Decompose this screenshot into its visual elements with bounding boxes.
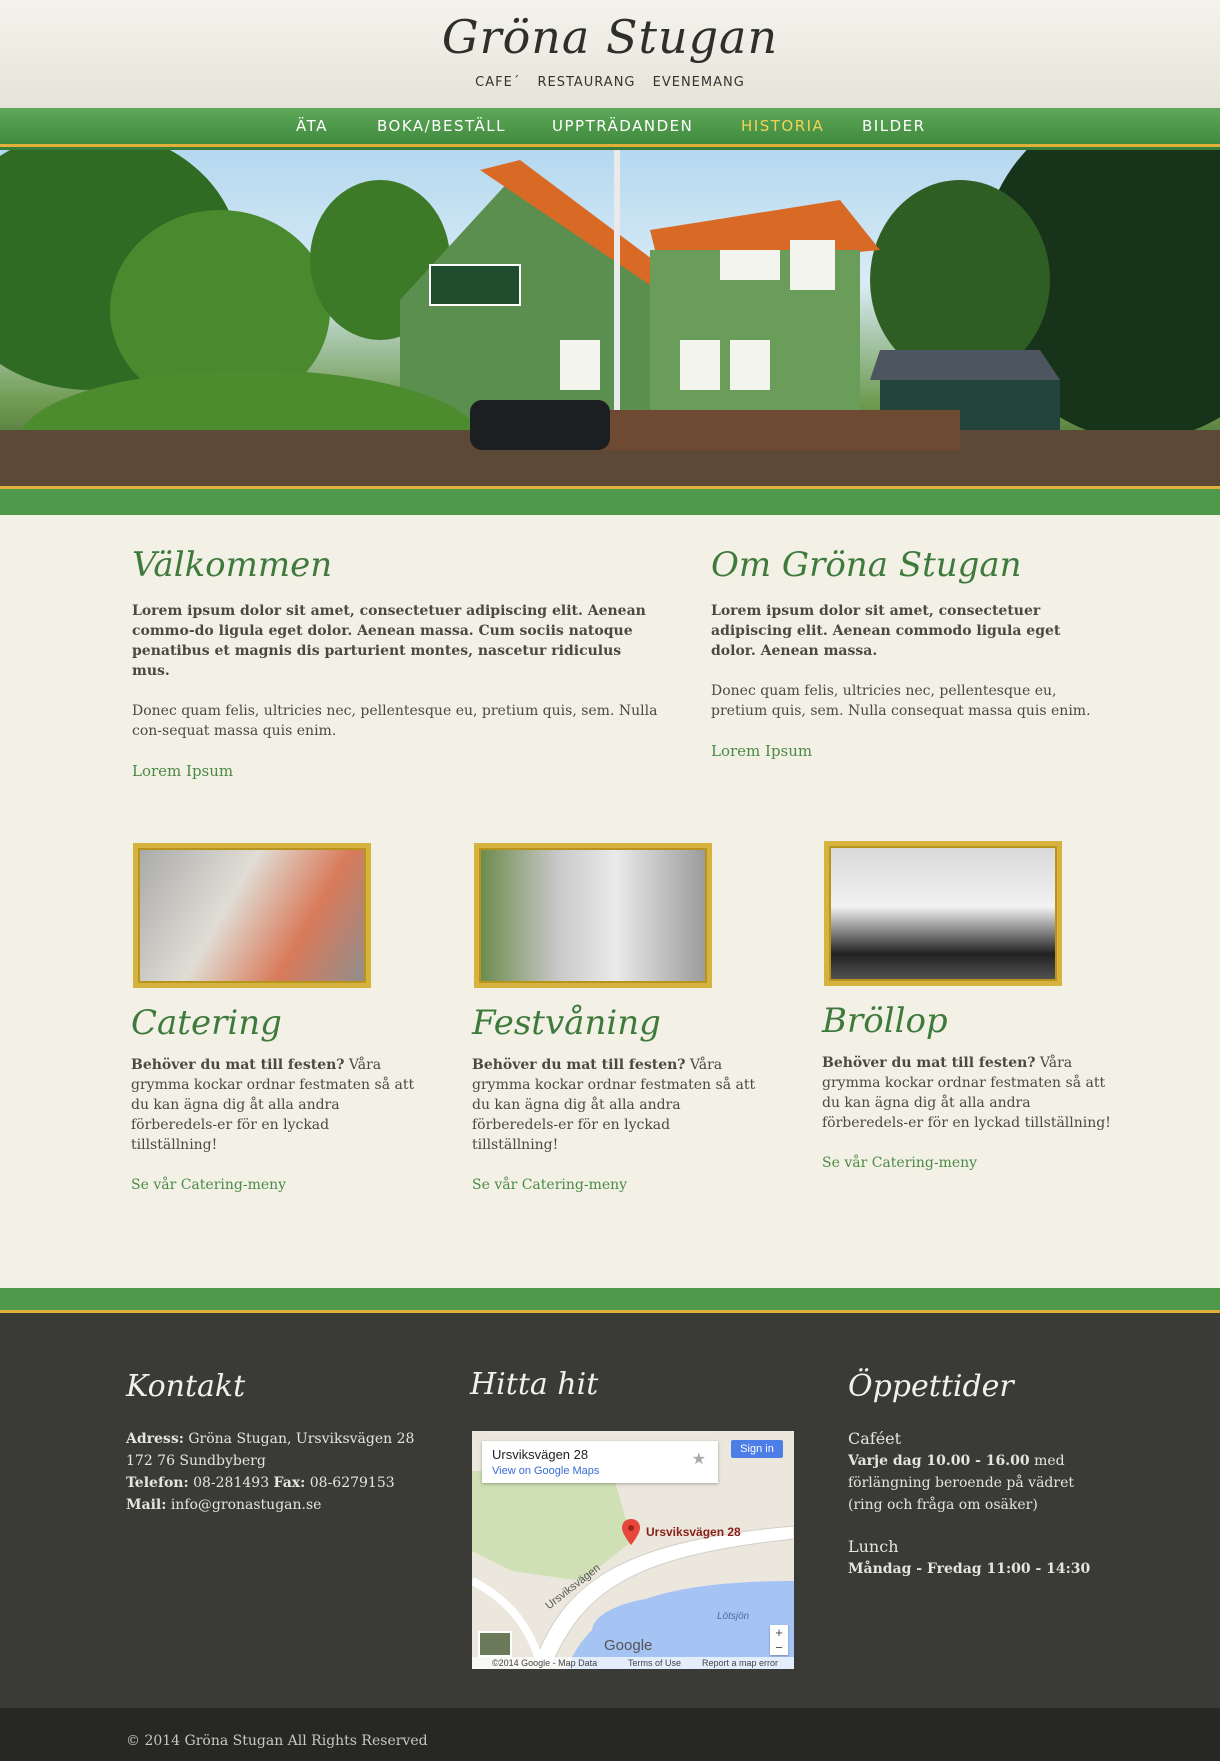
google-map[interactable]: Ursviksvägen 28 View on Google Maps ★ Si… [472,1431,794,1669]
map-pin-icon[interactable] [622,1519,640,1545]
fax-label: Fax: [273,1475,306,1491]
mail-label: Mail: [126,1497,167,1513]
nav-item-upptradanden[interactable]: UPPTRÄDANDEN [552,117,693,135]
catering-card: Catering Behöver du mat till festen? Vår… [131,1003,416,1195]
welcome-lead: Lorem ipsum dolor sit amet, consectetuer… [132,603,646,679]
google-logo: Google [604,1637,653,1654]
map-title: Hitta hit [470,1367,599,1402]
map-attribution-bar: ©2014 Google - Map Data Terms of Use Rep… [472,1657,794,1669]
catering-text: Behöver du mat till festen? Våra grymma … [131,1055,416,1155]
contact-mail: Mail: info@gronastugan.se [126,1494,426,1516]
festvaning-image[interactable] [474,843,712,988]
nav-item-bilder[interactable]: BILDER [862,117,926,135]
map-report-link[interactable]: Report a map error [702,1657,778,1669]
hours-title: Öppettider [848,1369,1014,1404]
map-lake-label: Lötsjön [717,1611,750,1622]
about-link[interactable]: Lorem Ipsum [711,742,812,760]
welcome-section: Välkommen Lorem ipsum dolor sit amet, co… [132,545,662,782]
star-icon[interactable]: ★ [692,1449,706,1469]
lunch-hours: Måndag - Fredag 11:00 - 14:30 [848,1558,1108,1580]
map-section: Hitta hit [470,1367,598,1402]
catering-link[interactable]: Se vår Catering-meny [131,1177,286,1193]
nav-item-boka[interactable]: BOKA/BESTÄLL [377,117,506,135]
brollop-title: Bröllop [822,1001,948,1041]
catering-image[interactable] [133,843,371,988]
phone-value: 08-281493 [188,1475,274,1491]
map-terms-link[interactable]: Terms of Use [628,1657,681,1669]
site-header: Gröna Stugan CAFE´ RESTAURANG EVENEMANG [0,0,1220,108]
hero-image [0,150,1220,486]
hero-divider [0,486,1220,515]
brollop-text: Behöver du mat till festen? Våra grymma … [822,1053,1112,1133]
map-marker-label: Ursviksvägen 28 [646,1525,741,1539]
fax-value: 08-6279153 [305,1475,395,1491]
site-logo[interactable]: Gröna Stugan [0,10,1220,64]
festvaning-card: Festvåning Behöver du mat till festen? V… [472,1003,757,1195]
welcome-title: Välkommen [132,545,333,585]
lunch-heading: Lunch [848,1537,899,1556]
contact-title: Kontakt [126,1369,246,1404]
about-lead: Lorem ipsum dolor sit amet, consectetuer… [711,603,1061,659]
about-section: Om Gröna Stugan Lorem ipsum dolor sit am… [711,545,1101,762]
welcome-body: Donec quam felis, ultricies nec, pellent… [132,703,658,739]
map-zoom-control: + − [770,1625,788,1655]
map-satellite-thumbnail[interactable] [478,1631,512,1657]
cafe-heading: Caféet [848,1429,902,1448]
catering-title: Catering [131,1003,282,1043]
map-place-name: Ursviksvägen 28 [492,1447,589,1462]
lunch-hours-bold: Måndag - Fredag 11:00 - 14:30 [848,1561,1091,1577]
contact-section: Kontakt Adress: Gröna Stugan, Ursviksväg… [126,1369,426,1516]
site-tagline: CAFE´ RESTAURANG EVENEMANG [475,75,745,90]
map-view-link[interactable]: View on Google Maps [492,1465,599,1477]
zoom-in-button[interactable]: + [770,1625,788,1640]
footer-divider [0,1288,1220,1313]
mail-value[interactable]: info@gronastugan.se [166,1497,322,1513]
map-sign-in-button[interactable]: Sign in [731,1440,783,1458]
copyright-text: © 2014 Gröna Stugan All Rights Reserved [126,1733,428,1749]
phone-label: Telefon: [126,1475,189,1491]
main-nav: ÄTA BOKA/BESTÄLL UPPTRÄDANDEN HISTORIA B… [0,108,1220,147]
festvaning-title: Festvåning [472,1003,661,1043]
contact-phone: Telefon: 08-281493 Fax: 08-6279153 [126,1472,426,1494]
hero-illustration [0,150,1220,486]
cafe-hours-bold: Varje dag 10.00 - 16.00 [848,1453,1030,1469]
about-title: Om Gröna Stugan [711,545,1022,585]
contact-address: Adress: Gröna Stugan, Ursviksvägen 28 [126,1428,426,1450]
hours-section: Öppettider Caféet Varje dag 10.00 - 16.0… [848,1369,1108,1580]
festvaning-link[interactable]: Se vår Catering-meny [472,1177,627,1193]
brollop-image[interactable] [824,841,1062,986]
contact-city: 172 76 Sundbyberg [126,1453,266,1469]
copyright-bar: © 2014 Gröna Stugan All Rights Reserved [0,1708,1220,1761]
brollop-card: Bröllop Behöver du mat till festen? Våra… [822,1001,1112,1173]
cafe-hours: Varje dag 10.00 - 16.00 med förlängning … [848,1450,1108,1516]
address-label: Adress: [126,1431,184,1447]
festvaning-text: Behöver du mat till festen? Våra grymma … [472,1055,757,1155]
map-copyright: ©2014 Google - Map Data [492,1658,598,1668]
brollop-lead: Behöver du mat till festen? [822,1055,1036,1071]
address-value: Gröna Stugan, Ursviksvägen 28 [183,1431,415,1447]
brollop-link[interactable]: Se vår Catering-meny [822,1155,977,1171]
map-info-card: Ursviksvägen 28 View on Google Maps ★ [482,1441,718,1483]
catering-lead: Behöver du mat till festen? [131,1057,345,1073]
welcome-link[interactable]: Lorem Ipsum [132,762,233,780]
nav-item-historia[interactable]: HISTORIA [741,117,824,135]
nav-item-ata[interactable]: ÄTA [296,117,328,135]
zoom-out-button[interactable]: − [770,1640,788,1655]
about-body: Donec quam felis, ultricies nec, pellent… [711,683,1091,719]
festvaning-lead: Behöver du mat till festen? [472,1057,686,1073]
